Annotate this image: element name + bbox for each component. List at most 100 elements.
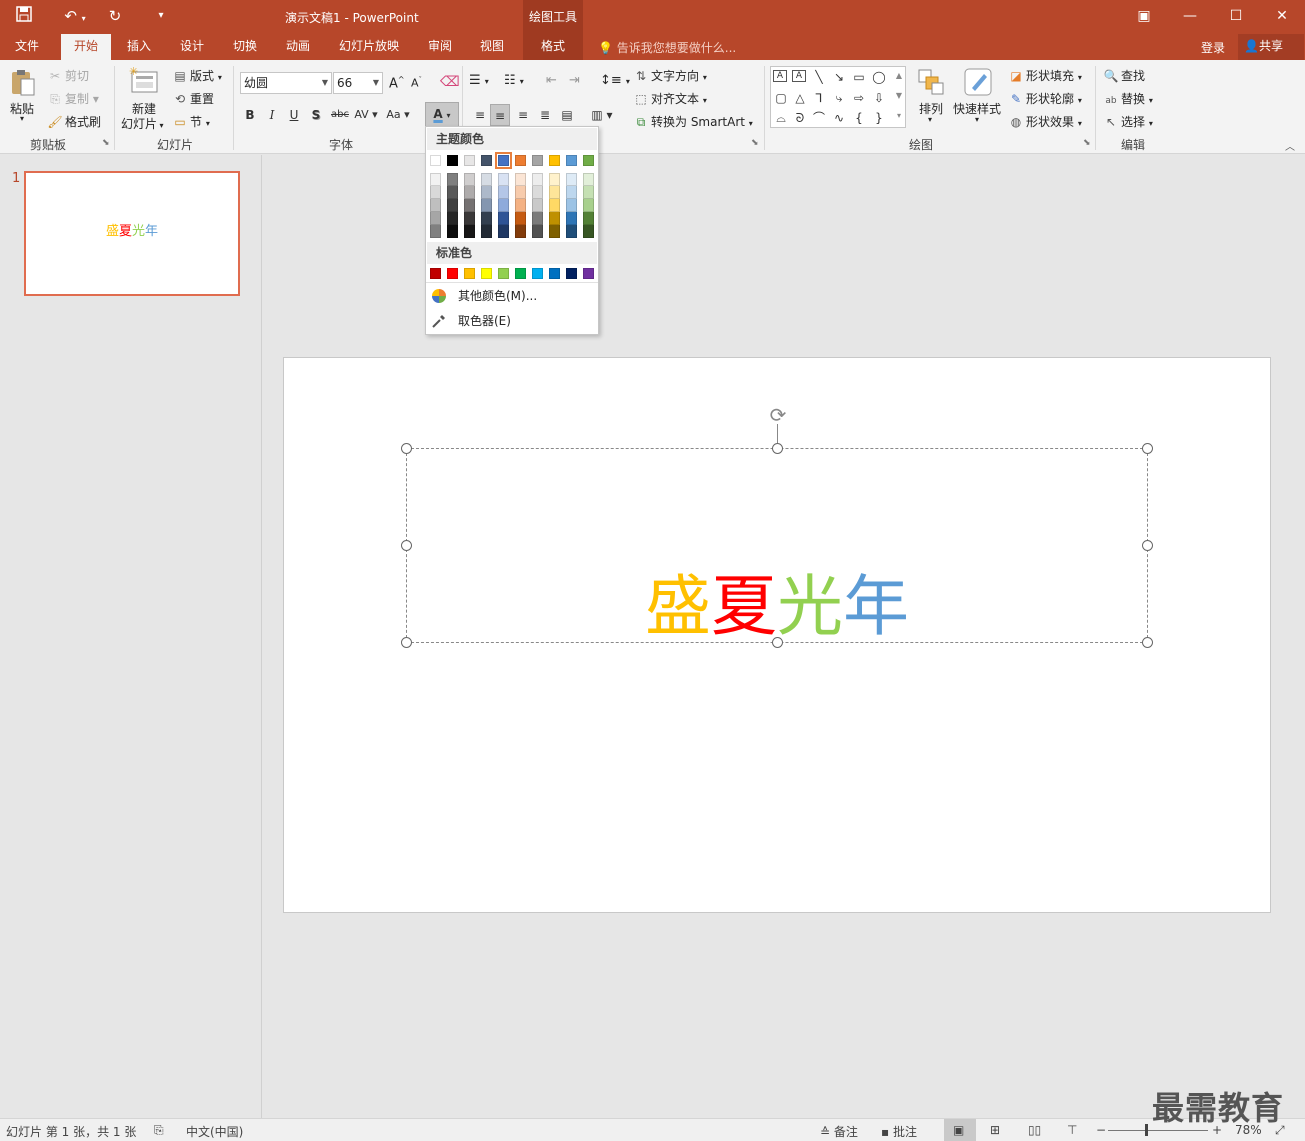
standard-color-swatch[interactable]: [447, 268, 458, 279]
down-arrow-shape-icon[interactable]: ⇩: [871, 91, 887, 105]
arrow-line-shape-icon[interactable]: ↘: [831, 70, 847, 84]
text-direction-button[interactable]: ⇅ 文字方向 ▾: [633, 67, 707, 84]
shape-fill-button[interactable]: ◪ 形状填充 ▾: [1008, 67, 1082, 84]
redo-icon[interactable]: ↻: [104, 6, 126, 26]
theme-shade-swatch[interactable]: [549, 199, 560, 212]
spelling-check-icon[interactable]: ⎘: [154, 1123, 164, 1138]
theme-color-swatch[interactable]: [515, 155, 526, 166]
theme-shade-swatch[interactable]: [549, 186, 560, 199]
standard-color-swatch[interactable]: [532, 268, 543, 279]
customize-toolbar-icon[interactable]: ▾: [150, 6, 172, 26]
theme-shade-swatch[interactable]: [481, 173, 492, 186]
theme-shade-swatch[interactable]: [447, 199, 458, 212]
right-brace-shape-icon[interactable]: }: [871, 111, 887, 125]
standard-color-swatch[interactable]: [481, 268, 492, 279]
theme-shade-swatch[interactable]: [430, 225, 441, 238]
bullets-icon[interactable]: ☰ ▾: [469, 73, 489, 88]
standard-color-swatch[interactable]: [515, 268, 526, 279]
align-center-icon[interactable]: ≡: [490, 104, 510, 126]
left-brace-shape-icon[interactable]: {: [851, 111, 867, 125]
theme-color-swatch[interactable]: [566, 155, 577, 166]
theme-shade-swatch[interactable]: [515, 212, 526, 225]
standard-color-swatch[interactable]: [566, 268, 577, 279]
resize-handle-se[interactable]: [1142, 637, 1153, 648]
theme-shade-swatch[interactable]: [515, 173, 526, 186]
standard-color-swatch[interactable]: [430, 268, 441, 279]
slide-canvas[interactable]: ⟳ 盛夏光年: [283, 357, 1271, 913]
tab-format[interactable]: 格式: [523, 34, 583, 60]
font-color-button[interactable]: A ▾: [425, 102, 459, 127]
chevron-down-icon[interactable]: ▾: [928, 115, 932, 124]
theme-shade-swatch[interactable]: [549, 173, 560, 186]
theme-shade-swatch[interactable]: [447, 173, 458, 186]
slideshow-icon[interactable]: ⊤: [1067, 1123, 1077, 1137]
save-icon[interactable]: [13, 6, 35, 26]
right-arrow-shape-icon[interactable]: ⇨: [851, 91, 867, 105]
paste-dropdown-icon[interactable]: ▾: [20, 114, 24, 123]
underline-icon[interactable]: U: [284, 104, 304, 126]
standard-color-swatch[interactable]: [583, 268, 594, 279]
theme-shade-swatch[interactable]: [583, 173, 594, 186]
decrease-indent-icon[interactable]: ⇤: [546, 73, 557, 88]
standard-color-swatch[interactable]: [549, 268, 560, 279]
theme-shade-swatch[interactable]: [430, 186, 441, 199]
theme-shade-swatch[interactable]: [515, 199, 526, 212]
theme-shade-swatch[interactable]: [430, 199, 441, 212]
language-indicator[interactable]: 中文(中国): [186, 1123, 243, 1140]
elbow-arrow-shape-icon[interactable]: ⤷: [831, 91, 847, 105]
font-size-combo[interactable]: 66 ▼: [333, 72, 383, 94]
resize-handle-e[interactable]: [1142, 540, 1153, 551]
theme-shade-swatch[interactable]: [447, 212, 458, 225]
standard-color-swatch[interactable]: [498, 268, 509, 279]
drawing-launcher-icon[interactable]: ⬊: [1083, 138, 1091, 148]
justify-icon[interactable]: ≣: [535, 104, 555, 126]
tab-slideshow[interactable]: 幻灯片放映: [332, 34, 406, 60]
align-text-button[interactable]: ⬚ 对齐文本 ▾: [633, 90, 707, 107]
tab-design[interactable]: 设计: [170, 34, 214, 60]
clear-formatting-icon[interactable]: ⌫: [440, 74, 460, 90]
theme-shade-swatch[interactable]: [464, 173, 475, 186]
reading-view-icon[interactable]: ▯▯: [1028, 1123, 1041, 1137]
gallery-down-icon[interactable]: ▼: [891, 89, 907, 103]
zoom-out-button[interactable]: −: [1096, 1123, 1106, 1137]
strikethrough-icon[interactable]: abc: [329, 104, 351, 126]
elbow-connector-shape-icon[interactable]: ⅂: [811, 91, 827, 105]
theme-shade-swatch[interactable]: [583, 212, 594, 225]
close-button[interactable]: ✕: [1259, 0, 1305, 34]
replace-button[interactable]: ab 替换 ▾: [1103, 90, 1152, 107]
copy-button[interactable]: ⎘ 复制 ▾: [47, 90, 99, 107]
align-right-icon[interactable]: ≡: [513, 104, 533, 126]
convert-smartart-button[interactable]: ⧉ 转换为 SmartArt ▾: [633, 113, 753, 130]
theme-shade-swatch[interactable]: [464, 212, 475, 225]
collapse-ribbon-icon[interactable]: ︿: [1285, 138, 1295, 153]
chevron-down-icon[interactable]: ▾: [975, 115, 979, 124]
eyedropper-item[interactable]: 取色器(E): [426, 309, 598, 333]
maximize-button[interactable]: ☐: [1213, 0, 1259, 34]
increase-indent-icon[interactable]: ⇥: [569, 73, 580, 88]
resize-handle-sw[interactable]: [401, 637, 412, 648]
find-button[interactable]: 🔍 查找: [1103, 67, 1146, 84]
theme-shade-swatch[interactable]: [464, 225, 475, 238]
vertical-textbox-shape-icon[interactable]: A: [792, 70, 806, 82]
tab-review[interactable]: 审阅: [418, 34, 462, 60]
italic-icon[interactable]: I: [262, 104, 282, 126]
gallery-up-icon[interactable]: ▲: [891, 69, 907, 83]
theme-shade-swatch[interactable]: [498, 199, 509, 212]
columns-icon[interactable]: ▥ ▾: [588, 104, 616, 126]
arc-shape-icon[interactable]: ⌒: [811, 111, 827, 125]
selected-textbox[interactable]: 盛夏光年: [406, 448, 1148, 645]
share-button[interactable]: 👤共享: [1238, 34, 1304, 60]
theme-shade-swatch[interactable]: [464, 199, 475, 212]
resize-handle-w[interactable]: [401, 540, 412, 551]
quick-styles-icon[interactable]: [962, 66, 994, 98]
paragraph-launcher-icon[interactable]: ⬊: [751, 138, 759, 148]
new-slide-button[interactable]: 幻灯片 ▾: [121, 115, 164, 132]
curve-shape-icon[interactable]: ∿: [831, 111, 847, 125]
tab-transitions[interactable]: 切换: [223, 34, 267, 60]
theme-shade-swatch[interactable]: [498, 212, 509, 225]
login-link[interactable]: 登录: [1201, 39, 1225, 56]
shrink-font-icon[interactable]: Aˇ: [411, 76, 422, 90]
minimize-button[interactable]: —: [1167, 0, 1213, 34]
theme-shade-swatch[interactable]: [498, 186, 509, 199]
character-spacing-icon[interactable]: AV ▾: [352, 104, 380, 126]
